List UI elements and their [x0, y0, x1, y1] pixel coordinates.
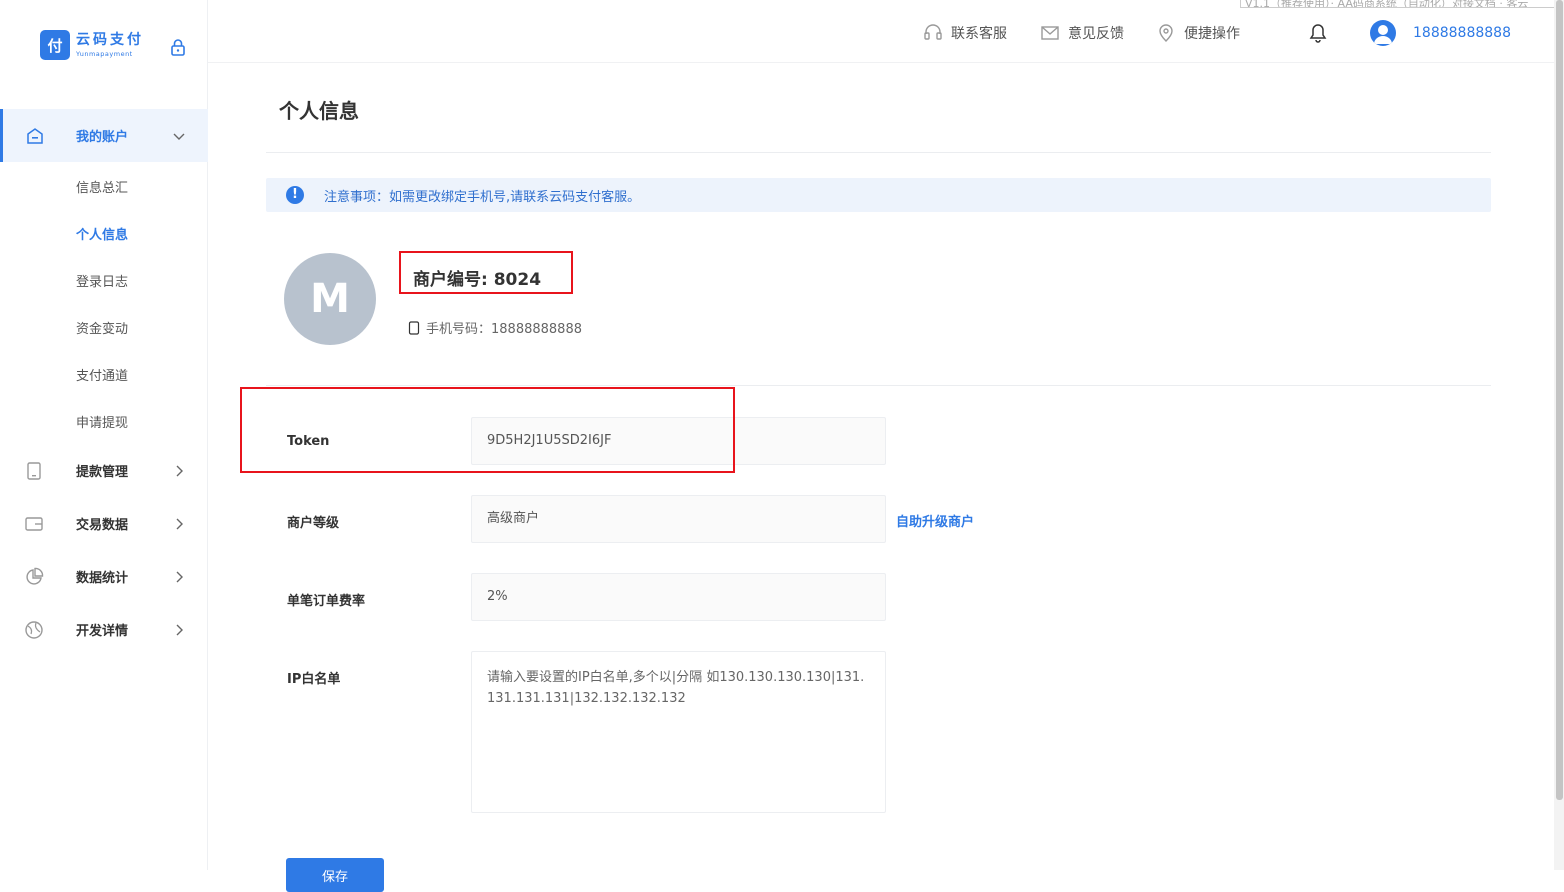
chevron-right-icon	[176, 624, 183, 635]
sidebar-group-label: 我的账户	[76, 130, 129, 145]
logo-name: 云码支付	[76, 31, 144, 48]
sidebar-item-profile[interactable]: 个人信息	[76, 224, 128, 243]
sidebar-item-overview[interactable]: 信息总汇	[76, 177, 128, 196]
sidebar-item-fund-changes[interactable]: 资金变动	[76, 318, 128, 337]
sidebar-group-label: 数据统计	[76, 571, 129, 586]
sidebar-item-login-log[interactable]: 登录日志	[76, 271, 128, 290]
feedback-link[interactable]: 意见反馈	[1040, 23, 1124, 43]
lock-icon[interactable]	[170, 38, 186, 56]
notice-banner: ! 注意事项：如需更改绑定手机号,请联系云码支付客服。	[266, 178, 1491, 212]
support-label: 联系客服	[951, 26, 1007, 42]
sidebar-group-transactions[interactable]: 交易数据	[0, 497, 208, 550]
sidebar-group-withdraw[interactable]: 提款管理	[0, 444, 208, 497]
chevron-down-icon	[173, 133, 185, 140]
user-avatar[interactable]	[1370, 20, 1396, 46]
card-icon	[25, 516, 43, 531]
sidebar-group-label: 提款管理	[76, 465, 129, 480]
quick-ops-label: 便捷操作	[1184, 26, 1240, 42]
chevron-right-icon	[176, 465, 183, 476]
sidebar: 付 云码支付 Yunmapayment 我的账户 信息总汇 个人信息 登录日志 …	[0, 0, 208, 870]
save-button[interactable]: 保存	[286, 858, 384, 892]
notice-text: 注意事项：如需更改绑定手机号,请联系云码支付客服。	[324, 189, 641, 205]
level-field[interactable]: 高级商户	[471, 495, 886, 543]
logo-text: 云码支付 Yunmapayment	[76, 33, 144, 58]
page-title: 个人信息	[279, 99, 359, 123]
tablet-icon	[27, 461, 41, 480]
sidebar-group-label: 开发详情	[76, 624, 129, 639]
location-pin-icon	[1159, 24, 1173, 42]
headset-icon	[924, 24, 942, 40]
home-icon	[27, 127, 43, 144]
phone-icon	[408, 320, 420, 335]
user-icon	[1374, 25, 1392, 44]
ip-whitelist-label: IP白名单	[287, 672, 341, 687]
highlight-box-merchant	[399, 251, 573, 294]
sidebar-group-developer[interactable]: 开发详情	[0, 603, 208, 656]
sidebar-item-pay-channels[interactable]: 支付通道	[76, 365, 128, 384]
ip-whitelist-textarea[interactable]: 请输入要设置的IP白名单,多个以|分隔 如130.130.130.130|131…	[471, 651, 886, 813]
quick-ops-link[interactable]: 便捷操作	[1156, 23, 1240, 43]
highlight-box-token	[240, 387, 735, 473]
rate-label: 单笔订单费率	[287, 594, 366, 609]
sidebar-group-statistics[interactable]: 数据统计	[0, 550, 208, 603]
support-link[interactable]: 联系客服	[923, 23, 1007, 43]
upgrade-merchant-link[interactable]: 自助升级商户	[896, 511, 974, 530]
pie-chart-icon	[26, 567, 44, 585]
top-bar: 联系客服 意见反馈 便捷操作 18888888888	[208, 0, 1554, 63]
info-icon: !	[286, 186, 304, 204]
divider	[266, 385, 1491, 386]
logo-name-en: Yunmapayment	[76, 49, 133, 58]
bell-icon[interactable]	[1306, 20, 1330, 44]
chevron-right-icon	[176, 571, 183, 582]
logo-mark: 付	[40, 30, 70, 60]
brand-logo[interactable]: 付 云码支付 Yunmapayment	[40, 30, 144, 60]
user-phone[interactable]: 18888888888	[1413, 25, 1511, 41]
feedback-label: 意见反馈	[1068, 26, 1124, 42]
chevron-right-icon	[176, 518, 183, 529]
mail-icon	[1041, 26, 1059, 40]
profile-avatar: M	[284, 253, 376, 345]
sidebar-group-label: 交易数据	[76, 518, 129, 533]
divider	[266, 152, 1491, 153]
corner-note[interactable]: V1.1（推荐使用）· AA码商系统（自动化）对接文档 · 客云	[1240, 0, 1564, 8]
phone-row: 手机号码：18888888888	[408, 318, 582, 337]
sidebar-group-my-account[interactable]: 我的账户	[0, 109, 208, 162]
scrollbar-thumb[interactable]	[1556, 0, 1563, 800]
rate-field[interactable]: 2%	[471, 573, 886, 621]
phone-label: 手机号码：18888888888	[426, 322, 582, 337]
level-label: 商户等级	[287, 516, 340, 531]
globe-icon	[25, 620, 43, 639]
sidebar-item-withdraw-request[interactable]: 申请提现	[76, 412, 128, 431]
